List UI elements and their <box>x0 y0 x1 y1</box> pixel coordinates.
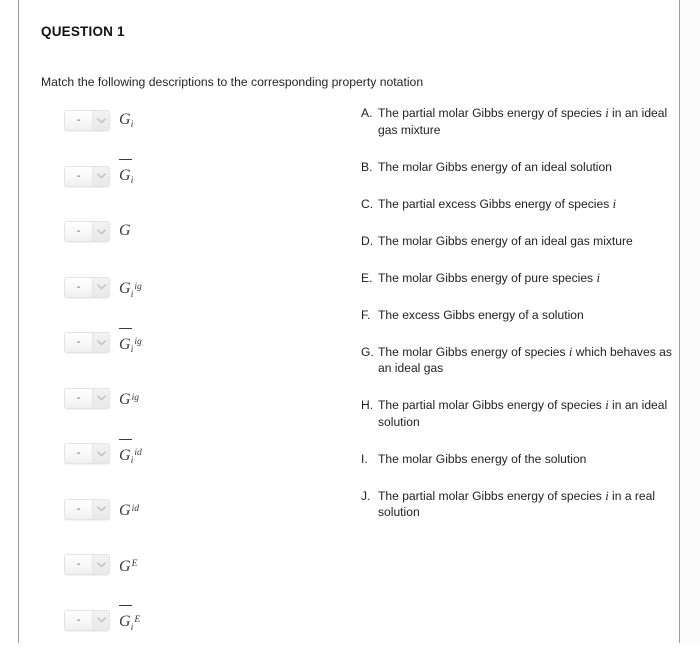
match-select-2[interactable]: - <box>64 166 110 187</box>
match-select-value: - <box>65 111 92 130</box>
property-notation: Giig <box>119 327 142 365</box>
answer-option-text: The molar Gibbs energy of an ideal solut… <box>378 159 679 176</box>
answer-option-text: The partial molar Gibbs energy of specie… <box>378 397 679 430</box>
answer-option-text: The partial excess Gibbs energy of speci… <box>378 196 679 213</box>
question-page-frame: QUESTION 1 Match the following descripti… <box>18 0 680 643</box>
chevron-down-icon[interactable] <box>92 611 109 630</box>
match-select-4[interactable]: - <box>64 277 110 298</box>
answer-option: H.The partial molar Gibbs energy of spec… <box>361 397 679 430</box>
property-notation: G <box>119 216 131 246</box>
chevron-down-icon[interactable] <box>92 555 109 574</box>
answer-option-text: The molar Gibbs energy of pure species i <box>378 270 679 287</box>
answer-option-text: The molar Gibbs energy of the solution <box>378 451 679 468</box>
answer-option: A.The partial molar Gibbs energy of spec… <box>361 105 679 138</box>
match-select-value: - <box>65 167 92 186</box>
property-notation: Gi <box>119 105 133 140</box>
chevron-down-icon[interactable] <box>92 500 109 519</box>
match-select-8[interactable]: - <box>64 499 110 520</box>
property-notation: Giig <box>119 272 142 310</box>
match-row: - GE <box>41 549 341 605</box>
match-row: - Gid <box>41 494 341 550</box>
chevron-down-icon[interactable] <box>92 389 109 408</box>
match-select-7[interactable]: - <box>64 443 110 464</box>
match-select-value: - <box>65 611 92 630</box>
answer-option: G.The molar Gibbs energy of species i wh… <box>361 344 679 377</box>
answer-option-letter: H. <box>361 397 378 414</box>
answer-option-letter: F. <box>361 307 378 324</box>
answer-option: F.The excess Gibbs energy of a solution <box>361 307 679 324</box>
page-outer-left-margin <box>0 0 18 643</box>
match-select-10[interactable]: - <box>64 610 110 631</box>
answer-option-letter: C. <box>361 196 378 213</box>
match-row: - Gi <box>41 105 341 161</box>
match-select-value: - <box>65 222 92 241</box>
answer-option-text: The molar Gibbs energy of species i whic… <box>378 344 679 377</box>
match-row: - GiE <box>41 605 341 660</box>
chevron-down-icon[interactable] <box>92 167 109 186</box>
answer-option: I.The molar Gibbs energy of the solution <box>361 451 679 468</box>
match-select-value: - <box>65 555 92 574</box>
chevron-down-icon[interactable] <box>92 333 109 352</box>
property-notation: Gid <box>119 494 139 527</box>
property-notation: Gi <box>119 161 133 196</box>
match-row: -G <box>41 216 341 272</box>
match-select-5[interactable]: - <box>64 332 110 353</box>
question-content: QUESTION 1 Match the following descripti… <box>41 0 681 643</box>
question-instruction: Match the following descriptions to the … <box>41 74 423 90</box>
answer-option: J.The partial molar Gibbs energy of spec… <box>361 488 679 521</box>
match-select-1[interactable]: - <box>64 110 110 131</box>
match-row: - Giig <box>41 327 341 383</box>
answer-option: C.The partial excess Gibbs energy of spe… <box>361 196 679 213</box>
answer-option-letter: D. <box>361 233 378 250</box>
answer-option: E.The molar Gibbs energy of pure species… <box>361 270 679 287</box>
answer-option-letter: B. <box>361 159 378 176</box>
answer-option: B.The molar Gibbs energy of an ideal sol… <box>361 159 679 176</box>
chevron-down-icon[interactable] <box>92 278 109 297</box>
answer-option-letter: J. <box>361 488 378 505</box>
chevron-down-icon[interactable] <box>92 444 109 463</box>
answer-option-letter: I. <box>361 451 378 468</box>
match-select-value: - <box>65 389 92 408</box>
answer-option: D.The molar Gibbs energy of an ideal gas… <box>361 233 679 250</box>
match-row: - Gi <box>41 161 341 217</box>
match-select-value: - <box>65 444 92 463</box>
match-select-6[interactable]: - <box>64 388 110 409</box>
answer-options-column: A.The partial molar Gibbs energy of spec… <box>361 105 679 541</box>
match-select-value: - <box>65 278 92 297</box>
property-notation: Giid <box>119 438 142 476</box>
chevron-down-icon[interactable] <box>92 111 109 130</box>
match-row: - Giid <box>41 438 341 494</box>
answer-option-letter: G. <box>361 344 378 361</box>
match-select-3[interactable]: - <box>64 221 110 242</box>
page-outer-right-margin <box>681 0 700 643</box>
property-notation: GE <box>119 549 137 582</box>
matching-items-column: -Gi-Gi-G-Giig-Giig-Gig-Giid-Gid-GE-GiE <box>41 105 341 660</box>
chevron-down-icon[interactable] <box>92 222 109 241</box>
answer-option-text: The partial molar Gibbs energy of specie… <box>378 488 679 521</box>
page-title: QUESTION 1 <box>41 24 125 39</box>
answer-option-letter: A. <box>361 105 378 122</box>
match-select-value: - <box>65 500 92 519</box>
match-row: - Giig <box>41 272 341 328</box>
property-notation: Gig <box>119 383 139 416</box>
match-select-value: - <box>65 333 92 352</box>
answer-option-text: The partial molar Gibbs energy of specie… <box>378 105 679 138</box>
match-select-9[interactable]: - <box>64 554 110 575</box>
answer-option-letter: E. <box>361 270 378 287</box>
match-row: - Gig <box>41 383 341 439</box>
answer-option-text: The excess Gibbs energy of a solution <box>378 307 679 324</box>
property-notation: GiE <box>119 605 140 643</box>
answer-option-text: The molar Gibbs energy of an ideal gas m… <box>378 233 679 250</box>
